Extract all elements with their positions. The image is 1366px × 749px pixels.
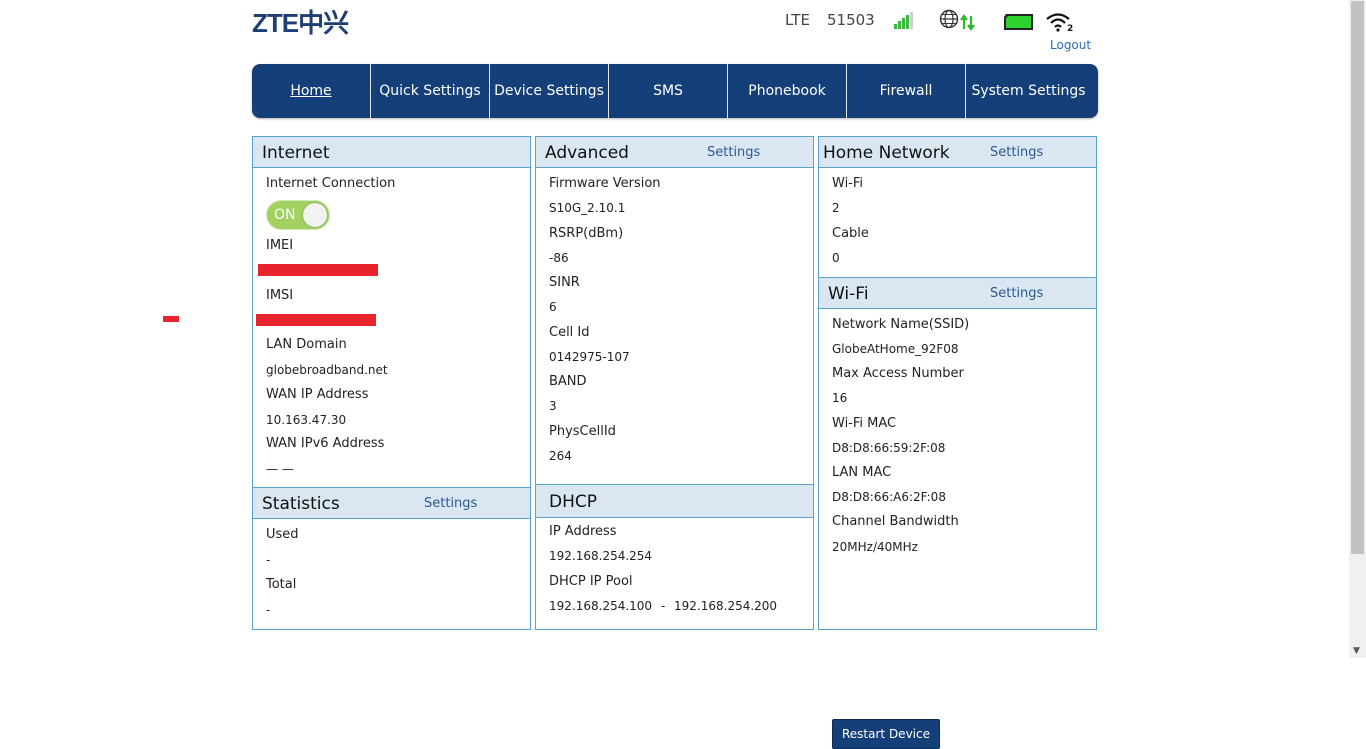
wifi-client-count: 2	[1067, 24, 1073, 32]
internet-connection-label: Internet Connection	[266, 176, 396, 191]
wan-ip-label: WAN IP Address	[266, 387, 369, 402]
physcellid-value: 264	[549, 449, 572, 463]
nav-firewall[interactable]: Firewall	[847, 64, 966, 118]
rsrp-value: -86	[549, 251, 569, 265]
lan-domain-label: LAN Domain	[266, 337, 347, 352]
statistics-panel: Statistics Settings Used - Total -	[252, 487, 531, 630]
internet-panel-header: Internet	[253, 137, 530, 168]
channel-bandwidth-label: Channel Bandwidth	[832, 514, 959, 529]
dhcp-pool-end: 192.168.254.200	[674, 599, 778, 613]
wifi-panel-header: Wi-Fi Settings	[819, 278, 1096, 309]
cellid-label: Cell Id	[549, 325, 590, 340]
dhcp-panel-header: DHCP	[536, 485, 813, 518]
total-value: -	[266, 603, 271, 617]
dhcp-pool-start: 192.168.254.100	[549, 599, 653, 613]
internet-title: Internet	[262, 143, 330, 163]
wifi-title: Wi-Fi	[828, 284, 869, 304]
max-access-value: 16	[832, 391, 848, 405]
zte-logo: ZTE中兴	[252, 8, 349, 38]
used-label: Used	[266, 527, 299, 542]
band-label: BAND	[549, 374, 587, 389]
nav-phonebook[interactable]: Phonebook	[728, 64, 847, 118]
dhcp-panel: DHCP IP Address 192.168.254.254 DHCP IP …	[535, 484, 814, 630]
advanced-panel: Advanced Settings Firmware Version S10G_…	[535, 136, 814, 486]
restart-device-button[interactable]: Restart Device	[832, 719, 940, 749]
dhcp-ip-label: IP Address	[549, 524, 617, 539]
home-wifi-label: Wi-Fi	[832, 176, 864, 191]
vertical-scrollbar[interactable]: ▼	[1349, 0, 1366, 658]
home-network-panel: Home Network Settings Wi-Fi 2 Cable 0	[818, 136, 1097, 278]
nav-quick-settings[interactable]: Quick Settings	[371, 64, 490, 118]
main-nav: Home Quick Settings Device Settings SMS …	[252, 64, 1098, 118]
ssid-label: Network Name(SSID)	[832, 317, 970, 332]
firmware-label: Firmware Version	[549, 176, 661, 191]
lan-mac-value: D8:D8:66:A6:2F:08	[832, 490, 946, 504]
operator-code: 51503	[827, 11, 875, 29]
sinr-value: 6	[549, 300, 557, 314]
nav-device-settings[interactable]: Device Settings	[490, 64, 609, 118]
nav-system-settings[interactable]: System Settings	[966, 64, 1091, 118]
scrollbar-thumb[interactable]	[1351, 1, 1364, 554]
imei-redacted	[258, 264, 378, 276]
statistics-settings-link[interactable]: Settings	[424, 496, 477, 511]
lan-domain-value: globebroadband.net	[266, 363, 388, 377]
logout-link[interactable]: Logout	[1050, 38, 1091, 52]
dhcp-ip-value: 192.168.254.254	[549, 549, 653, 563]
imsi-redacted	[256, 314, 376, 326]
wifi-mac-label: Wi-Fi MAC	[832, 416, 897, 431]
lan-mac-label: LAN MAC	[832, 465, 892, 480]
total-label: Total	[266, 577, 297, 592]
toggle-label: ON	[274, 207, 296, 223]
wan-ipv6-value: — —	[266, 462, 294, 476]
channel-bandwidth-value: 20MHz/40MHz	[832, 540, 918, 554]
wifi-mac-value: D8:D8:66:59:2F:08	[832, 441, 946, 455]
cellid-value: 0142975-107	[549, 350, 630, 364]
wifi-settings-link[interactable]: Settings	[990, 286, 1043, 301]
home-network-settings-link[interactable]: Settings	[990, 145, 1043, 160]
physcellid-label: PhysCellId	[549, 424, 616, 439]
wifi-icon: 2	[1046, 13, 1073, 32]
home-network-title: Home Network	[823, 143, 950, 163]
statistics-title: Statistics	[262, 494, 340, 514]
toggle-knob	[303, 203, 327, 227]
band-value: 3	[549, 399, 557, 413]
advanced-panel-header: Advanced Settings	[536, 137, 813, 168]
firmware-value: S10G_2.10.1	[549, 201, 626, 215]
scroll-down-arrow-icon[interactable]: ▼	[1353, 646, 1360, 656]
home-cable-label: Cable	[832, 226, 869, 241]
network-type: LTE	[785, 11, 810, 29]
nav-home[interactable]: Home	[252, 64, 371, 118]
sinr-label: SINR	[549, 275, 580, 290]
advanced-title: Advanced	[545, 143, 629, 163]
dhcp-pool-label: DHCP IP Pool	[549, 574, 633, 589]
home-network-panel-header: Home Network Settings	[819, 137, 1096, 168]
advanced-settings-link[interactable]: Settings	[707, 145, 760, 160]
statistics-panel-header: Statistics Settings	[253, 488, 530, 519]
internet-panel: Internet Internet Connection ON IMEI IMS…	[252, 136, 531, 488]
used-value: -	[266, 553, 271, 567]
redaction-mark	[163, 316, 179, 322]
home-wifi-count: 2	[832, 201, 840, 215]
wifi-panel: Wi-Fi Settings Network Name(SSID) GlobeA…	[818, 277, 1097, 749]
wan-ipv6-label: WAN IPv6 Address	[266, 436, 385, 451]
dhcp-title: DHCP	[549, 492, 597, 512]
nav-sms[interactable]: SMS	[609, 64, 728, 118]
rsrp-label: RSRP(dBm)	[549, 226, 624, 241]
signal-bars-icon	[894, 12, 913, 29]
globe-data-icon	[939, 9, 975, 31]
home-cable-count: 0	[832, 251, 840, 265]
max-access-label: Max Access Number	[832, 366, 964, 381]
imei-label: IMEI	[266, 238, 294, 253]
wan-ip-value: 10.163.47.30	[266, 413, 347, 427]
battery-icon	[1004, 14, 1033, 30]
dhcp-pool-separator: -	[661, 599, 666, 613]
internet-connection-toggle[interactable]: ON	[266, 200, 330, 230]
ssid-value: GlobeAtHome_92F08	[832, 342, 959, 356]
imsi-label: IMSI	[266, 288, 294, 303]
